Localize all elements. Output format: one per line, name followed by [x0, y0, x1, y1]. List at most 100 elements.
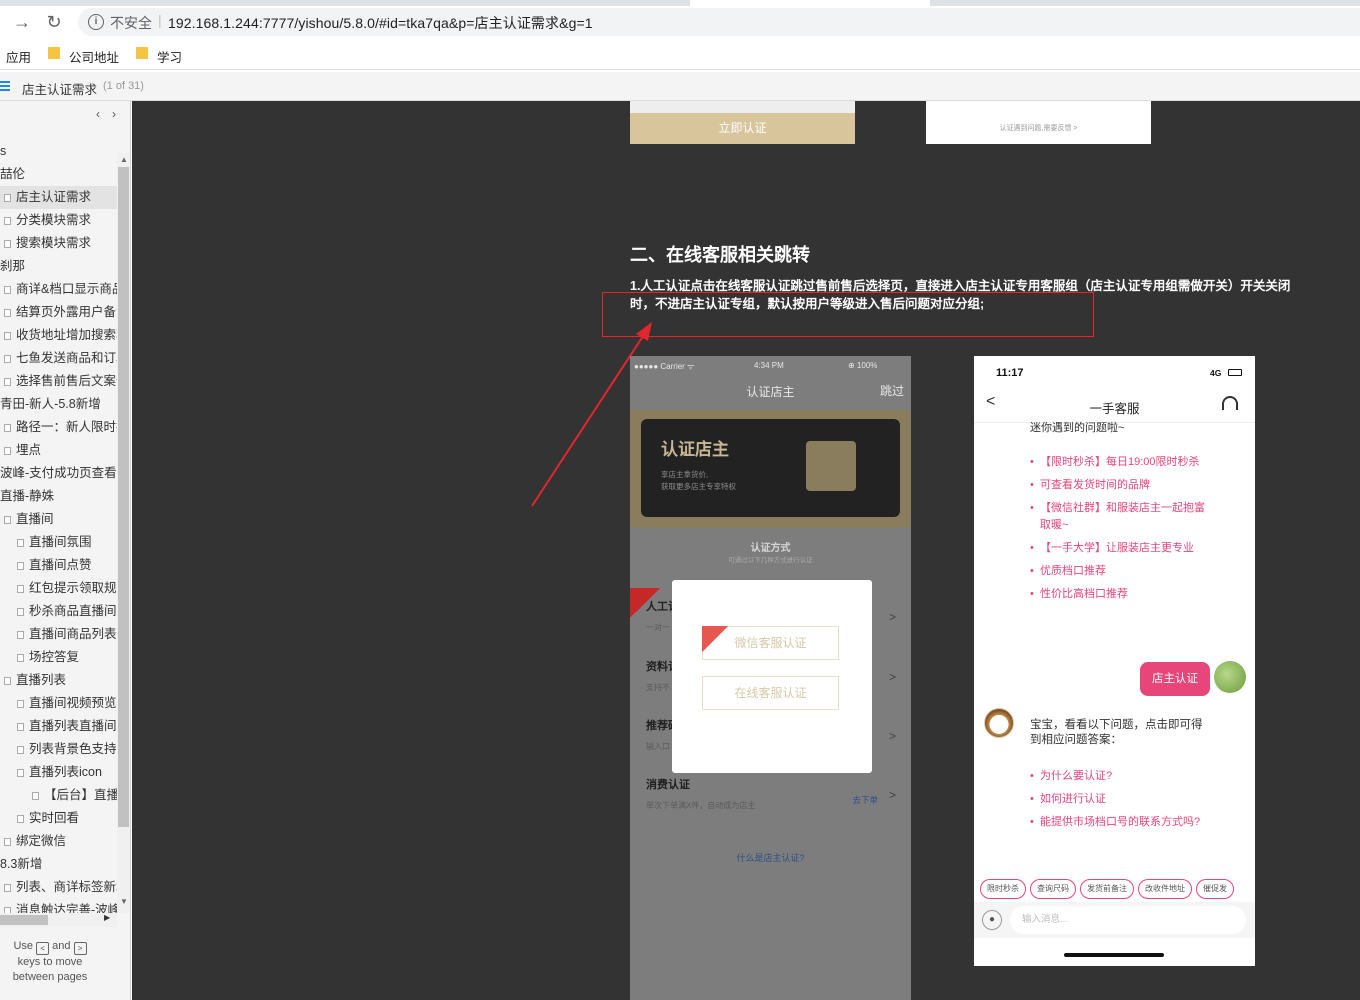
feedback-caption: 认证遇到问题,需要反馈 >	[999, 125, 1078, 132]
prev-page-icon[interactable]: ‹	[96, 107, 100, 121]
go-order-link[interactable]: 去下单	[852, 794, 878, 806]
sidebar-item[interactable]: 列表、商详标签新增	[0, 876, 117, 899]
page-icon	[4, 516, 11, 524]
page-count: (1 of 31)	[103, 80, 144, 92]
chat-input[interactable]: 输入消息...	[1010, 906, 1246, 934]
sidebar-item-label: 直播列表icon	[29, 765, 102, 779]
tab-strip	[0, 0, 1360, 6]
sidebar-item[interactable]: 选择售前售后文案优	[0, 370, 117, 393]
page-icon	[4, 447, 11, 455]
sidebar-item[interactable]: 青田-新人-5.8新增	[0, 393, 117, 416]
sitemap-toggle-icon[interactable]	[0, 81, 10, 91]
headset-icon[interactable]	[1222, 396, 1238, 410]
keyboard-hint: Use < and > keys to move between pages	[0, 939, 100, 985]
sidebar-item[interactable]: 喆伦	[0, 163, 117, 186]
annotation-highlight-box	[602, 292, 1094, 337]
active-tab[interactable]	[690, 0, 930, 6]
sitemap-horizontal-scrollbar[interactable]: ▶	[0, 913, 117, 927]
quick-reply-chip[interactable]: 改收件地址	[1138, 879, 1192, 899]
chat-title: 一手客服	[1089, 402, 1140, 416]
faq-item[interactable]: 能提供市场档口号的联系方式吗?	[1030, 814, 1210, 831]
faq-item[interactable]: 如何进行认证	[1030, 791, 1210, 808]
sidebar-item[interactable]: 直播间商品列表优	[0, 623, 117, 646]
bookmark-company[interactable]: 公司地址	[69, 47, 119, 66]
next-page-icon[interactable]: ›	[112, 107, 116, 121]
quick-reply-chip[interactable]: 查询尺码	[1030, 879, 1076, 899]
service-menu-item[interactable]: 【限时秒杀】每日19:00限时秒杀	[1030, 454, 1210, 471]
sidebar-item[interactable]: 直播间视频预览	[0, 692, 117, 715]
sidebar-item[interactable]: 分类模块需求	[0, 209, 117, 232]
service-menu-item[interactable]: 【一手大学】让服装店主更专业	[1030, 540, 1210, 557]
sidebar-item[interactable]: 直播列表icon	[0, 761, 117, 784]
section-title: 二、在线客服相关跳转	[630, 245, 810, 265]
sidebar-item[interactable]: 秒杀商品直播间运	[0, 600, 117, 623]
forward-icon[interactable]: →	[12, 12, 32, 32]
quick-reply-chip[interactable]: 催促发	[1196, 879, 1234, 899]
scroll-down-icon[interactable]: ▼	[120, 897, 128, 906]
sidebar-item[interactable]: 商详&档口显示商品	[0, 278, 117, 301]
sidebar-item-label: 搜索模块需求	[16, 236, 92, 250]
url-text[interactable]: 192.168.1.244:7777/yishou/5.8.0/#id=tka7…	[168, 13, 593, 33]
microphone-icon[interactable]: ●	[982, 910, 1002, 930]
address-bar[interactable]: i 不安全 | 192.168.1.244:7777/yishou/5.8.0/…	[78, 8, 1360, 36]
sidebar-item[interactable]: s	[0, 140, 117, 163]
quick-reply-chip[interactable]: 限时秒杀	[980, 879, 1026, 899]
service-menu-item[interactable]: 性价比高档口推荐	[1030, 586, 1210, 603]
sidebar-item[interactable]: 【后台】直播间	[0, 784, 117, 807]
page-icon	[17, 631, 24, 639]
sidebar-item[interactable]: 列表背景色支持后	[0, 738, 117, 761]
sidebar-item[interactable]: 实时回看	[0, 807, 117, 830]
sidebar-item-label: 直播列表直播间	[29, 719, 117, 733]
sidebar-item-label: 直播间点赞	[29, 558, 92, 572]
sidebar-item[interactable]: 直播间	[0, 508, 117, 531]
method-row-consume[interactable]: 消费认证 单次下单满X件，自动成为店主 去下单 >	[646, 776, 896, 826]
skip-button[interactable]: 跳过	[880, 382, 904, 399]
sidebar-item[interactable]: 红包提示领取规则	[0, 577, 117, 600]
sidebar-item-label: 8.3新增	[0, 857, 43, 871]
sidebar-item[interactable]: 直播列表直播间	[0, 715, 117, 738]
service-menu-item[interactable]: 可查看发货时间的品牌	[1030, 477, 1210, 494]
sitemap-vertical-scrollbar[interactable]: ▲ ▼	[117, 153, 130, 913]
sidebar-item[interactable]: 直播间点赞	[0, 554, 117, 577]
faq-item[interactable]: 为什么要认证?	[1030, 768, 1210, 785]
bookmark-study[interactable]: 学习	[157, 47, 182, 66]
sidebar-item[interactable]: 波峰-支付成功页查看订	[0, 462, 117, 485]
service-menu-item[interactable]: 【微信社群】和服装店主一起抱富取暖~	[1030, 500, 1210, 534]
scroll-right-icon[interactable]: ▶	[104, 913, 110, 922]
info-icon[interactable]: i	[88, 14, 104, 30]
sidebar-item[interactable]: 直播-静姝	[0, 485, 117, 508]
sidebar-item-label: 喆伦	[0, 167, 26, 181]
scroll-up-icon[interactable]: ▲	[120, 155, 128, 164]
chat-cut-text: 迷你遇到的问题啦~	[1030, 422, 1125, 434]
scroll-thumb[interactable]	[0, 915, 48, 925]
sidebar-item[interactable]: 搜索模块需求	[0, 232, 117, 255]
sidebar-item[interactable]: 8.3新增	[0, 853, 117, 876]
sidebar-item[interactable]: 埋点	[0, 439, 117, 462]
quick-reply-chip[interactable]: 发货前备注	[1080, 879, 1134, 899]
bot-message: 宝宝，看看以下问题，点击即可得到相应问题答案：	[1030, 719, 1203, 746]
folder-icon	[136, 47, 148, 59]
folder-icon	[48, 47, 60, 59]
hint-text: keys to move between pages	[12, 956, 88, 983]
reload-icon[interactable]: ↻	[44, 12, 64, 32]
sidebar-item[interactable]: 绑定微信	[0, 830, 117, 853]
bookmark-apps[interactable]: 应用	[6, 47, 31, 66]
scroll-thumb[interactable]	[118, 167, 129, 827]
service-menu-item[interactable]: 优质档口推荐	[1030, 563, 1210, 580]
shop-box-icon	[806, 441, 856, 491]
right-key-icon: >	[73, 942, 87, 955]
sidebar-item[interactable]: 路径一：新人限时抢	[0, 416, 117, 439]
what-is-certify-link[interactable]: 什么是店主认证?	[630, 851, 911, 864]
bookmarks-bar: 应用 公司地址 学习	[0, 42, 1360, 70]
sidebar-item[interactable]: 直播间氛围	[0, 531, 117, 554]
certify-now-button[interactable]: 立即认证	[630, 113, 855, 144]
sidebar-item[interactable]: 七鱼发送商品和订单	[0, 347, 117, 370]
sidebar-item[interactable]: 收货地址增加搜索功	[0, 324, 117, 347]
sidebar-item[interactable]: 场控答复	[0, 646, 117, 669]
sidebar-item[interactable]: 直播列表	[0, 669, 117, 692]
sidebar-item[interactable]: 店主认证需求	[0, 186, 117, 209]
online-service-button[interactable]: 在线客服认证	[702, 676, 839, 710]
sidebar-item[interactable]: 刹那	[0, 255, 117, 278]
sidebar-item-label: 路径一：新人限时抢	[16, 420, 117, 434]
sidebar-item[interactable]: 结算页外露用户备注	[0, 301, 117, 324]
